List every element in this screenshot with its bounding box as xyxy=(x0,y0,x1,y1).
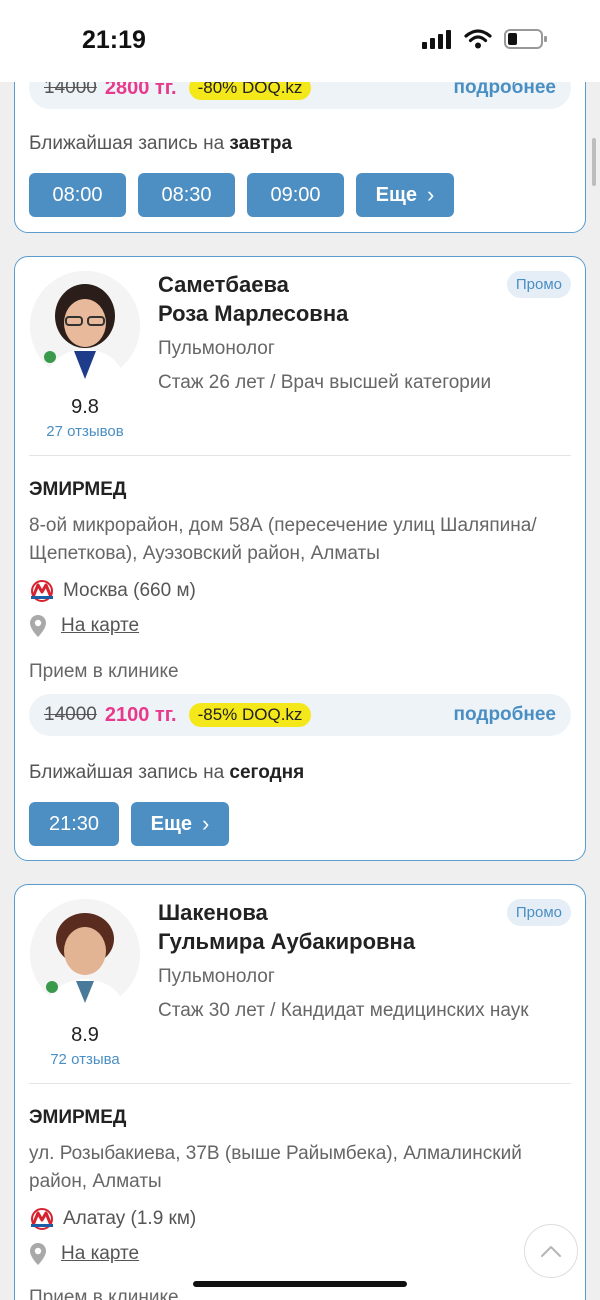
status-time: 21:19 xyxy=(82,26,146,54)
clinic-address: ул. Розыбакиева, 37В (выше Райымбека), А… xyxy=(29,1143,522,1192)
nearest-appointment: Ближайшая запись на завтра xyxy=(29,133,292,155)
time-slot-button[interactable]: 08:30 xyxy=(138,173,235,217)
battery-icon xyxy=(504,29,547,49)
more-slots-label: Еще xyxy=(375,183,417,206)
scroll-to-top-button[interactable] xyxy=(524,1224,578,1278)
chevron-up-icon xyxy=(541,1246,561,1257)
doctor-card-2: 9.8 27 отзывов Саметбаева Роза Марлесовн… xyxy=(14,256,586,861)
more-slots-button[interactable]: Еще › xyxy=(131,802,229,846)
doctor-last-name[interactable]: Саметбаева xyxy=(158,270,289,299)
metro-icon xyxy=(31,580,53,602)
reception-type: Прием в клинике xyxy=(29,1287,179,1300)
chevron-right-icon: › xyxy=(427,182,435,207)
nearest-appointment: Ближайшая запись на сегодня xyxy=(29,762,304,784)
time-slots: 21:30 Еще › xyxy=(29,802,229,846)
doctor-specialty: Пульмонолог xyxy=(158,966,275,987)
details-link[interactable]: подробнее xyxy=(454,704,556,726)
reviews-link[interactable]: 72 отзыва xyxy=(15,1051,155,1068)
clinic-name[interactable]: ЭМИРМЕД xyxy=(29,1107,126,1129)
doctor-avatar[interactable] xyxy=(30,899,140,1009)
chevron-right-icon: › xyxy=(202,811,210,836)
wifi-icon xyxy=(464,29,492,49)
map-pin-icon xyxy=(30,615,46,637)
signal-icon xyxy=(422,30,451,49)
status-icons xyxy=(422,28,548,50)
map-link-label[interactable]: На карте xyxy=(61,615,139,637)
status-bar: 21:19 xyxy=(0,0,600,82)
nearest-prefix: Ближайшая запись на xyxy=(29,133,225,154)
clinic-name[interactable]: ЭМИРМЕД xyxy=(29,479,126,501)
metro-label: Москва (660 м) xyxy=(63,580,196,601)
home-indicator[interactable] xyxy=(193,1281,407,1287)
nearest-prefix: Ближайшая запись на xyxy=(29,762,225,783)
doctor-experience: Стаж 30 лет / Кандидат медицинских наук xyxy=(158,1000,529,1021)
reception-type: Прием в клинике xyxy=(29,661,179,682)
more-slots-button[interactable]: Еще › xyxy=(356,173,454,217)
time-slots: 08:00 08:30 09:00 Еще › xyxy=(29,173,454,217)
map-pin-icon xyxy=(30,1243,46,1265)
nearest-day: завтра xyxy=(229,133,293,154)
doctor-last-name[interactable]: Шакенова xyxy=(158,898,268,927)
reviews-link[interactable]: 27 отзывов xyxy=(15,423,155,440)
metro-station: Алатау (1.9 км) xyxy=(29,1208,196,1230)
divider xyxy=(29,455,571,456)
discount-badge: -85% DOQ.kz xyxy=(188,703,312,727)
nearest-day: сегодня xyxy=(229,762,305,783)
doctor-rating: 9.8 xyxy=(71,396,99,418)
old-price: 14000 xyxy=(44,704,97,725)
metro-label: Алатау (1.9 км) xyxy=(63,1208,197,1229)
price-row: 14000 2100 тг. -85% DOQ.kz подробнее xyxy=(29,694,571,736)
doctor-experience: Стаж 26 лет / Врач высшей категории xyxy=(158,372,492,393)
scrollbar[interactable] xyxy=(592,138,596,186)
metro-icon xyxy=(31,1208,53,1230)
doctor-first-name[interactable]: Гульмира Аубакировна xyxy=(158,927,415,956)
promo-badge: Промо xyxy=(506,899,571,926)
time-slot-button[interactable]: 09:00 xyxy=(247,173,344,217)
time-slot-button[interactable]: 08:00 xyxy=(29,173,126,217)
more-slots-label: Еще xyxy=(150,812,192,835)
new-price: 2100 тг. xyxy=(104,703,177,726)
doctor-specialty: Пульмонолог xyxy=(158,338,275,359)
doctor-rating: 8.9 xyxy=(71,1024,99,1046)
doctor-first-name[interactable]: Роза Марлесовна xyxy=(158,299,348,328)
time-slot-button[interactable]: 21:30 xyxy=(29,802,119,846)
map-link[interactable]: На карте xyxy=(29,614,139,638)
divider xyxy=(29,1083,571,1084)
doctor-avatar[interactable] xyxy=(30,271,140,381)
map-link[interactable]: На карте xyxy=(29,1242,139,1266)
promo-badge: Промо xyxy=(506,271,571,298)
clinic-address: 8-ой микрорайон, дом 58А (пересечение ул… xyxy=(29,515,537,564)
doctor-card-3: 8.9 72 отзыва Шакенова Гульмира Аубакиро… xyxy=(14,884,586,1300)
metro-station: Москва (660 м) xyxy=(29,580,196,602)
map-link-label[interactable]: На карте xyxy=(61,1243,139,1265)
